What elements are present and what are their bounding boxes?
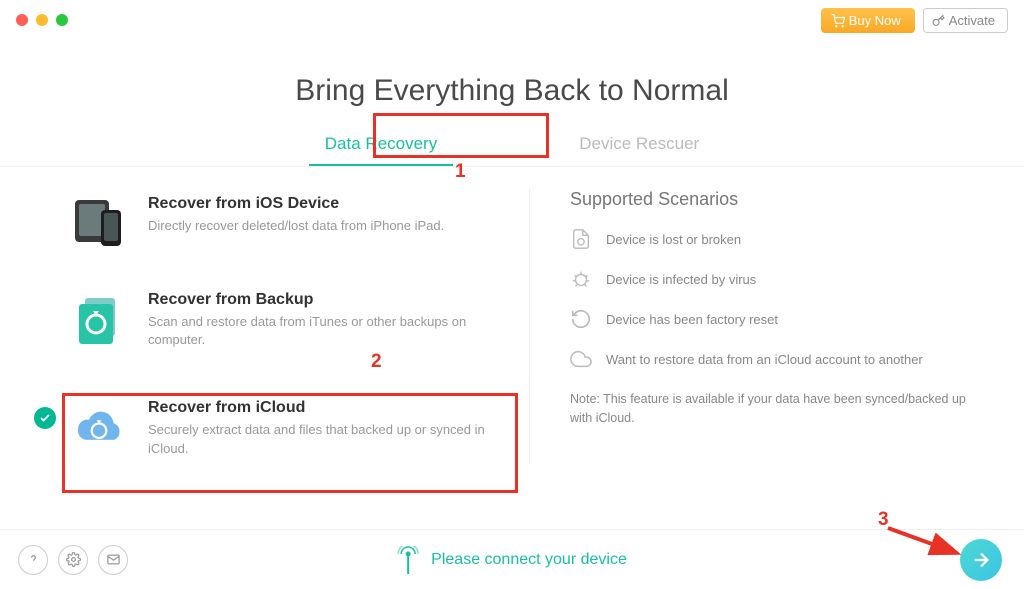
window-controls xyxy=(16,14,68,26)
feedback-button[interactable] xyxy=(98,545,128,575)
connect-text: Please connect your device xyxy=(431,551,627,569)
scenarios-title: Supported Scenarios xyxy=(570,189,984,210)
selected-check-icon xyxy=(34,407,56,429)
option-backup-desc: Scan and restore data from iTunes or oth… xyxy=(148,313,513,349)
main-content: Recover from iOS Device Directly recover… xyxy=(0,167,1024,464)
option-ios-device[interactable]: Recover from iOS Device Directly recover… xyxy=(70,189,529,259)
reset-icon xyxy=(570,308,592,330)
settings-button[interactable] xyxy=(58,545,88,575)
scenarios-note: Note: This feature is available if your … xyxy=(570,390,984,428)
scenario-account: Want to restore data from an iCloud acco… xyxy=(570,348,984,370)
minimize-icon[interactable] xyxy=(36,14,48,26)
scenario-lost: Device is lost or broken xyxy=(570,228,984,250)
annotation-number-3: 3 xyxy=(878,509,889,531)
bug-icon xyxy=(570,268,592,290)
activate-label: Activate xyxy=(949,13,995,28)
titlebar: Buy Now Activate xyxy=(0,0,1024,40)
arrow-right-icon xyxy=(970,549,992,571)
scenario-reset: Device has been factory reset xyxy=(570,308,984,330)
page-title: Bring Everything Back to Normal xyxy=(0,74,1024,108)
signal-icon xyxy=(397,546,419,574)
option-icloud-desc: Securely extract data and files that bac… xyxy=(148,421,513,457)
maximize-icon[interactable] xyxy=(56,14,68,26)
mail-icon xyxy=(106,552,121,567)
tab-bar: Data Recovery Device Rescuer xyxy=(0,128,1024,167)
question-icon xyxy=(26,552,41,567)
option-ios-desc: Directly recover deleted/lost data from … xyxy=(148,217,513,235)
scenario-reset-text: Device has been factory reset xyxy=(606,312,778,327)
backup-icon xyxy=(70,291,128,349)
close-icon[interactable] xyxy=(16,14,28,26)
buy-now-button[interactable]: Buy Now xyxy=(821,8,915,33)
option-ios-title: Recover from iOS Device xyxy=(148,195,513,213)
scenario-account-text: Want to restore data from an iCloud acco… xyxy=(606,352,923,367)
recovery-options: Recover from iOS Device Directly recover… xyxy=(70,189,530,464)
gear-icon xyxy=(66,552,81,567)
option-icloud-title: Recover from iCloud xyxy=(148,399,513,417)
option-icloud[interactable]: Recover from iCloud Securely extract dat… xyxy=(70,381,529,463)
document-refresh-icon xyxy=(570,228,592,250)
connect-device-message: Please connect your device xyxy=(397,546,627,574)
scenario-virus-text: Device is infected by virus xyxy=(606,272,756,287)
key-icon xyxy=(932,14,945,27)
cloud-icon xyxy=(570,348,592,370)
buy-label: Buy Now xyxy=(849,13,901,28)
next-button[interactable] xyxy=(960,539,1002,581)
scenario-virus: Device is infected by virus xyxy=(570,268,984,290)
activate-button[interactable]: Activate xyxy=(923,8,1008,33)
tab-device-rescuer[interactable]: Device Rescuer xyxy=(563,128,715,166)
option-backup-title: Recover from Backup xyxy=(148,291,513,309)
scenario-lost-text: Device is lost or broken xyxy=(606,232,741,247)
help-button[interactable] xyxy=(18,545,48,575)
icloud-icon xyxy=(70,399,128,457)
scenarios-panel: Supported Scenarios Device is lost or br… xyxy=(530,189,984,464)
cart-icon xyxy=(831,14,845,28)
footer-bar: Please connect your device xyxy=(0,529,1024,589)
ios-device-icon xyxy=(70,195,128,253)
tab-data-recovery[interactable]: Data Recovery xyxy=(309,128,453,166)
option-backup[interactable]: Recover from Backup Scan and restore dat… xyxy=(70,285,529,355)
